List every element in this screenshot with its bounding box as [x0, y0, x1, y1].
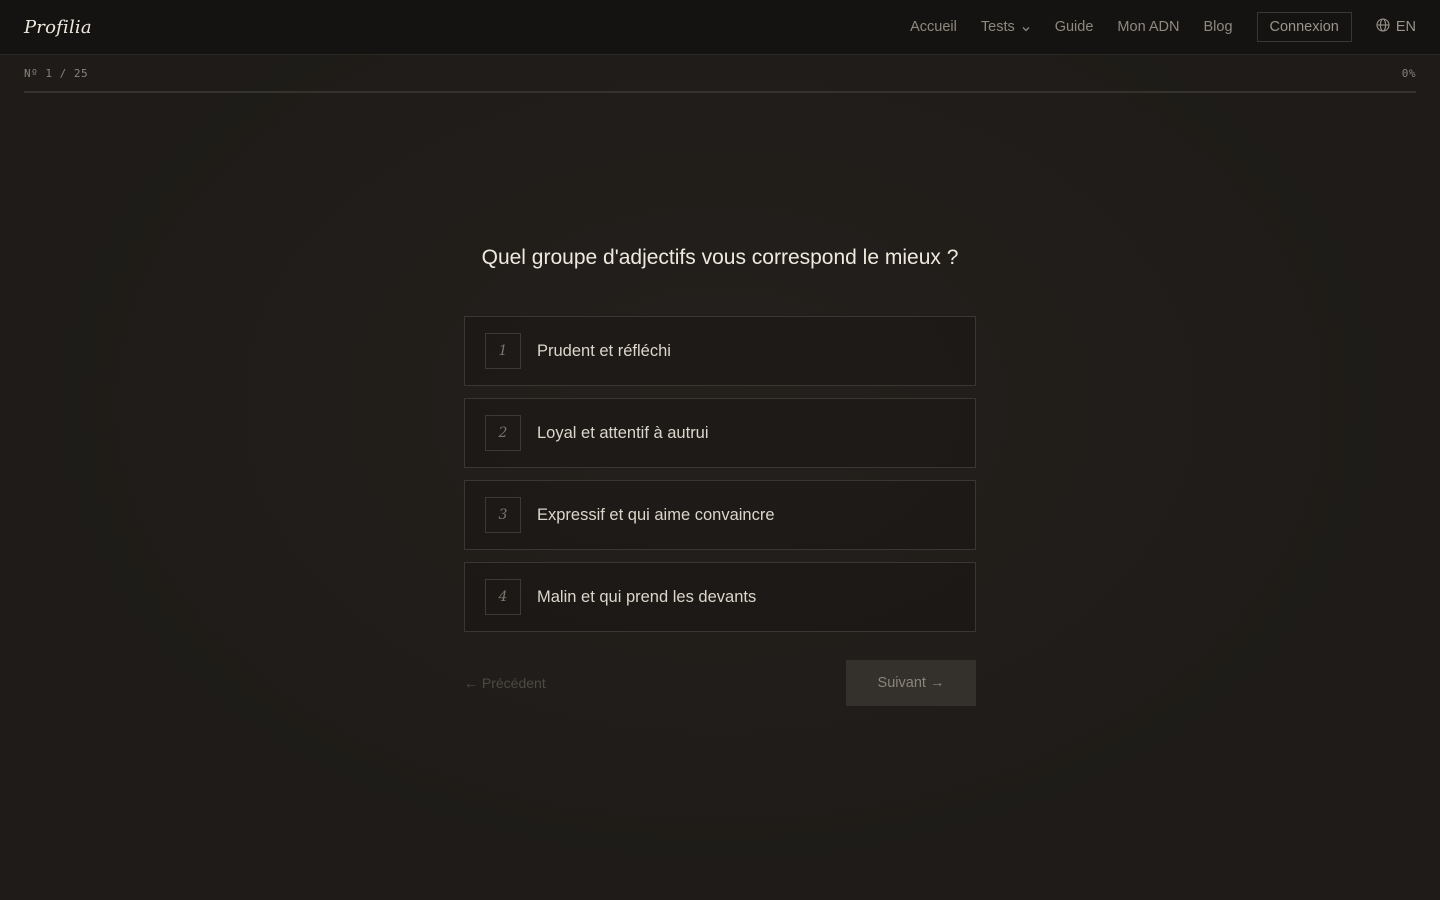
option-label: Malin et qui prend les devants — [537, 587, 757, 606]
option-label: Loyal et attentif à autrui — [537, 423, 709, 442]
brand-logo[interactable]: Profilia — [24, 17, 92, 38]
main-nav: Accueil Tests Guide Mon ADN Blog Connexi… — [886, 12, 1416, 42]
quiz-actions: ← Précédent Suivant → — [464, 660, 976, 706]
option-number: 2 — [485, 415, 521, 451]
nav-link-blog[interactable]: Blog — [1203, 19, 1232, 35]
language-switcher[interactable]: EN — [1376, 18, 1416, 36]
option-number: 4 — [485, 579, 521, 615]
answer-options: 1 Prudent et réfléchi 2 Loyal et attenti… — [464, 316, 976, 632]
progress-bar — [24, 91, 1416, 93]
nav-link-home[interactable]: Accueil — [910, 19, 957, 35]
option-label: Expressif et qui aime convaincre — [537, 505, 775, 524]
question-counter: Nº 1 / 25 — [24, 66, 89, 80]
nav-link-tests[interactable]: Tests — [981, 19, 1031, 35]
chevron-down-icon — [1021, 22, 1031, 32]
globe-icon — [1376, 18, 1396, 36]
top-navbar: Profilia Accueil Tests Guide Mon ADN Blo… — [0, 0, 1440, 55]
question-text: Quel groupe d'adjectifs vous correspond … — [481, 246, 959, 269]
answer-option-3[interactable]: 3 Expressif et qui aime convaincre — [464, 480, 976, 550]
next-button[interactable]: Suivant → — [846, 660, 976, 706]
option-number: 3 — [485, 497, 521, 533]
progress-meta: Nº 1 / 25 0% — [24, 55, 1416, 91]
option-label: Prudent et réfléchi — [537, 341, 671, 360]
nav-link-my-dna[interactable]: Mon ADN — [1117, 19, 1179, 35]
nav-link-guide[interactable]: Guide — [1055, 19, 1094, 35]
answer-option-1[interactable]: 1 Prudent et réfléchi — [464, 316, 976, 386]
quiz-progress: Nº 1 / 25 0% — [24, 55, 1416, 93]
nav-link-tests-label: Tests — [980, 19, 1015, 35]
previous-button[interactable]: ← Précédent — [464, 675, 546, 691]
answer-option-2[interactable]: 2 Loyal et attentif à autrui — [464, 398, 976, 468]
question-card: Quel groupe d'adjectifs vous correspond … — [464, 240, 976, 706]
login-button[interactable]: Connexion — [1256, 12, 1352, 42]
progress-percent: 0% — [1401, 66, 1416, 80]
answer-option-4[interactable]: 4 Malin et qui prend les devants — [464, 562, 976, 632]
option-number: 1 — [485, 333, 521, 369]
language-label: EN — [1395, 19, 1416, 35]
